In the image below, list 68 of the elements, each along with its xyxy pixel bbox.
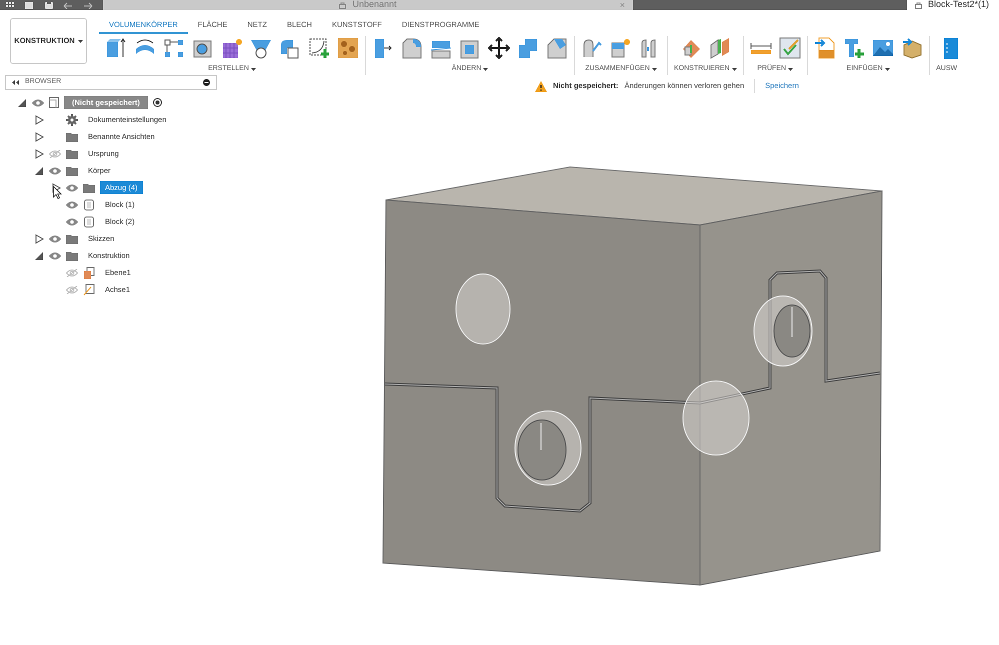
axis-icon [83, 284, 95, 296]
folder-icon [66, 250, 78, 262]
body-icon [83, 198, 95, 210]
chamfer-icon[interactable] [546, 37, 568, 60]
gear-icon [66, 114, 78, 126]
check-pencil-icon[interactable] [778, 37, 801, 60]
apps-grid-icon[interactable] [6, 2, 15, 8]
caret-icon [884, 68, 890, 71]
component-icon [49, 97, 59, 108]
tab-title: Unbenannt [352, 0, 397, 12]
caret-icon [483, 68, 488, 71]
insert-bolt-icon[interactable] [842, 37, 865, 60]
pattern-icon[interactable] [163, 37, 185, 60]
midplane-icon[interactable] [708, 37, 731, 60]
lock-icon [914, 2, 922, 8]
caret-icon [788, 68, 794, 71]
folder-icon [83, 182, 95, 194]
joint-icon[interactable] [581, 37, 603, 60]
folder-icon [66, 232, 78, 244]
expanded-triangle-icon[interactable] [34, 250, 44, 260]
redo-icon[interactable] [83, 2, 93, 8]
cube-model-drawing[interactable] [382, 166, 882, 586]
tab-title: Block-Test2*(1) [928, 0, 989, 12]
form-cube-icon[interactable] [221, 37, 243, 60]
insert-crate-icon[interactable] [900, 37, 923, 60]
collapsed-triangle-icon[interactable] [34, 114, 44, 124]
minimize-icon[interactable] [203, 79, 210, 86]
cubes-icon[interactable] [517, 37, 539, 60]
file-icon[interactable] [25, 2, 35, 8]
collapsed-triangle-icon[interactable] [34, 234, 44, 244]
active-radio-icon[interactable] [152, 98, 162, 107]
warning-icon [535, 80, 547, 92]
plane-icon [83, 266, 95, 278]
insert-svg-icon[interactable] [814, 37, 836, 60]
body-icon [83, 216, 95, 228]
eye-icon[interactable] [66, 200, 78, 208]
texture-icon[interactable] [337, 37, 359, 60]
expanded-triangle-icon[interactable] [17, 98, 27, 108]
folder-icon [66, 130, 78, 142]
caret-icon [250, 68, 256, 71]
collapsed-triangle-icon[interactable] [34, 132, 44, 142]
loft-icon[interactable] [250, 37, 272, 60]
fillet-icon[interactable] [401, 37, 423, 60]
press-pull-icon[interactable] [372, 37, 394, 60]
collapsed-triangle-icon[interactable] [34, 148, 44, 158]
lock-icon [339, 2, 346, 8]
caret-icon [652, 68, 657, 71]
eye-icon[interactable] [49, 252, 61, 260]
save-icon[interactable] [45, 2, 53, 8]
folder-icon [66, 148, 78, 160]
expanded-triangle-icon[interactable] [34, 166, 44, 176]
document-tab[interactable]: Block-Test2*(1) [906, 0, 999, 10]
sketch-plus-icon[interactable] [308, 37, 330, 60]
combine-shapes-icon[interactable] [279, 37, 301, 60]
collapse-icon[interactable] [12, 80, 19, 85]
extrude-icon[interactable] [105, 37, 127, 60]
caret-icon [732, 68, 737, 71]
undo-icon[interactable] [63, 2, 73, 8]
eye-icon[interactable] [49, 234, 61, 242]
move-arrows-icon[interactable] [488, 37, 510, 60]
eye-icon[interactable] [66, 184, 78, 192]
new-component-icon[interactable] [610, 37, 632, 60]
eye-icon[interactable] [32, 98, 44, 106]
eye-icon[interactable] [49, 166, 61, 174]
eye-icon[interactable] [66, 218, 78, 226]
mouse-cursor-icon [52, 186, 62, 199]
caret-icon [78, 40, 83, 42]
folder-icon [66, 164, 78, 176]
